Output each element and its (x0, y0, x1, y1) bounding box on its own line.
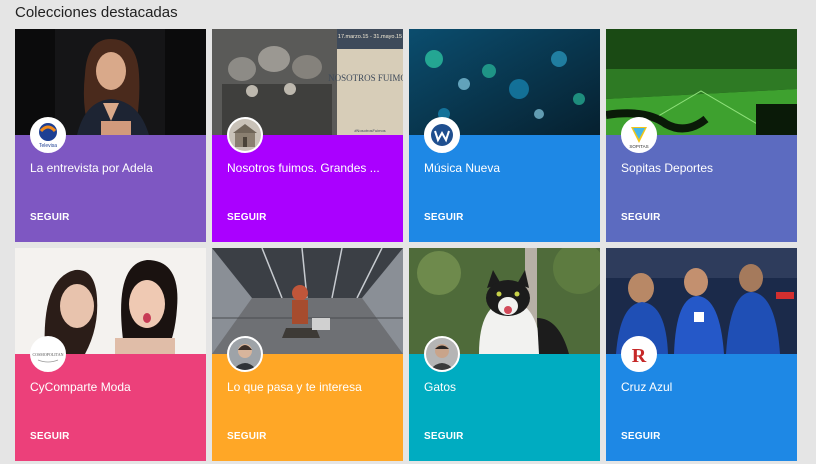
person-avatar-icon (227, 336, 263, 372)
collection-card-lo-que-pasa[interactable]: Lo que pasa y te interesa SEGUIR (212, 248, 403, 461)
follow-button[interactable]: SEGUIR (621, 431, 661, 442)
collection-title[interactable]: Nosotros fuimos. Grandes ... (227, 161, 392, 175)
collection-title[interactable]: Lo que pasa y te interesa (227, 380, 392, 394)
follow-button[interactable]: SEGUIR (621, 212, 661, 223)
sopitas-logo-text: SOPITAS (629, 144, 648, 149)
follow-button[interactable]: SEGUIR (30, 212, 70, 223)
collection-title[interactable]: Gatos (424, 380, 589, 394)
collection-title[interactable]: CyComparte Moda (30, 380, 195, 394)
follow-button[interactable]: SEGUIR (30, 431, 70, 442)
poster-dates: 17.marzo.15 - 31.mayo.15 (338, 34, 402, 40)
person-avatar-icon (424, 336, 460, 372)
collection-card-nosotros-fuimos[interactable]: 17.marzo.15 - 31.mayo.15 NOSOTROS FUIMOS… (212, 29, 403, 242)
televisa-logo-text: Televisa (39, 143, 57, 149)
record-logo-icon: R (621, 336, 657, 372)
collection-card-adela[interactable]: Televisa La entrevista por Adela SEGUIR (15, 29, 206, 242)
warner-music-logo-icon (424, 117, 460, 153)
collection-title[interactable]: Música Nueva (424, 161, 589, 175)
follow-button[interactable]: SEGUIR (227, 431, 267, 442)
collection-card-gatos[interactable]: Gatos SEGUIR (409, 248, 600, 461)
collection-title[interactable]: La entrevista por Adela (30, 161, 195, 175)
follow-button[interactable]: SEGUIR (424, 212, 464, 223)
cosmo-logo-icon: COSMOPOLITAN (30, 336, 66, 372)
poster-hashtag: #NosotrosFuimos (354, 128, 385, 133)
collection-title[interactable]: Sopitas Deportes (621, 161, 786, 175)
televisa-logo-icon: Televisa (30, 117, 66, 153)
building-icon (227, 117, 263, 153)
collection-card-sopitas-deportes[interactable]: SOPITAS Sopitas Deportes SEGUIR (606, 29, 797, 242)
poster-title: NOSOTROS FUIMOS (328, 73, 403, 83)
cosmo-logo-text: COSMOPOLITAN (32, 352, 63, 357)
record-logo-text: R (632, 345, 647, 367)
collections-grid: Televisa La entrevista por Adela SEGUIR … (0, 0, 816, 464)
collection-card-cruz-azul[interactable]: R Cruz Azul SEGUIR (606, 248, 797, 461)
sopitas-logo-icon: SOPITAS (621, 117, 657, 153)
collection-card-cycomparte-moda[interactable]: COSMOPOLITAN CyComparte Moda SEGUIR (15, 248, 206, 461)
follow-button[interactable]: SEGUIR (424, 431, 464, 442)
collection-title[interactable]: Cruz Azul (621, 380, 786, 394)
collection-card-musica-nueva[interactable]: Música Nueva SEGUIR (409, 29, 600, 242)
follow-button[interactable]: SEGUIR (227, 212, 267, 223)
